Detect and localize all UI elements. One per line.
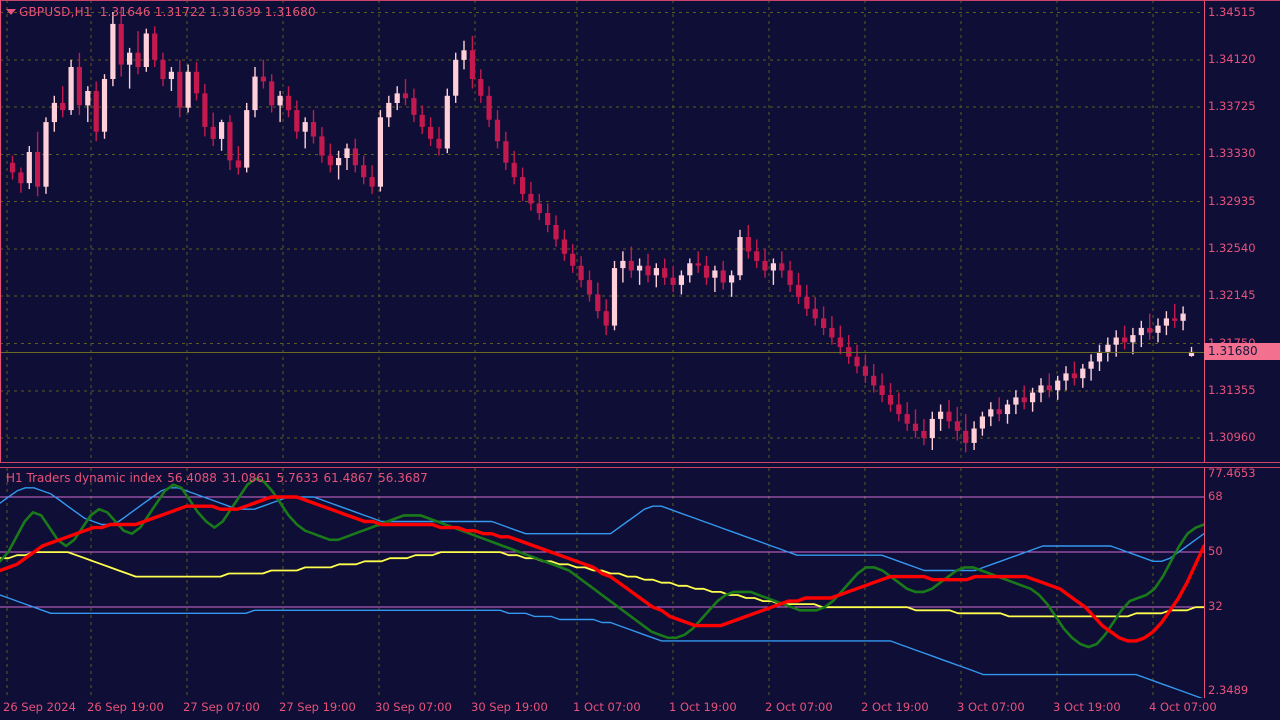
time-axis-tick: 26 Sep 19:00	[87, 700, 164, 714]
price-axis-tick: 1.30960	[1208, 430, 1256, 445]
time-axis-tick: 3 Oct 07:00	[957, 700, 1025, 714]
time-axis-tick: 4 Oct 07:00	[1149, 700, 1217, 714]
price-axis-tick: 1.31355	[1208, 382, 1256, 397]
price-axis-divider	[1204, 0, 1205, 462]
symbol-label: GBPUSD,H1	[19, 5, 92, 19]
triangle-down-icon[interactable]	[6, 8, 16, 15]
indicator-timeframe: H1	[6, 471, 23, 485]
price-axis[interactable]: 1.34515 1.34120 1.33725 1.33330 1.32935 1.325…	[1204, 0, 1280, 462]
price-axis-tick: 1.32145	[1208, 288, 1256, 303]
indicator-axis[interactable]: 77.4653 68 50 32 2.3489	[1204, 466, 1280, 698]
time-axis[interactable]: 26 Sep 2024 26 Sep 19:00 27 Sep 07:00 27 Se…	[0, 698, 1280, 720]
time-axis-tick: 1 Oct 19:00	[669, 700, 737, 714]
candlestick-chart	[0, 0, 1204, 462]
indicator-axis-tick: 50	[1208, 544, 1223, 559]
time-axis-tick: 27 Sep 19:00	[279, 700, 356, 714]
mt4-chart-window: 1.34515 1.34120 1.33725 1.33330 1.32935 1.325…	[0, 0, 1280, 720]
time-axis-tick: 30 Sep 19:00	[471, 700, 548, 714]
time-axis-tick: 1 Oct 07:00	[573, 700, 641, 714]
indicator-axis-tick: 68	[1208, 489, 1223, 503]
ohlc-values: 1.31646 1.31722 1.31639 1.31680	[99, 5, 316, 19]
panel-separator-upper	[0, 462, 1280, 463]
indicator-panel[interactable]: 77.4653 68 50 32 2.3489 H1 Traders dynamic i…	[0, 466, 1280, 698]
time-axis-tick: 30 Sep 07:00	[375, 700, 452, 714]
time-axis-tick: 27 Sep 07:00	[183, 700, 260, 714]
price-axis-tick: 1.34515	[1208, 4, 1256, 19]
current-price-badge: 1.31680	[1204, 343, 1280, 361]
indicator-plot-area[interactable]	[0, 468, 1204, 698]
current-price-line	[0, 351, 1204, 353]
indicator-value-2: 5.7633	[276, 471, 319, 485]
price-axis-tick: 1.34120	[1208, 51, 1256, 66]
price-chart-panel[interactable]: 1.34515 1.34120 1.33725 1.33330 1.32935 1.325…	[0, 0, 1280, 462]
indicator-value-0: 56.4088	[167, 471, 217, 485]
frame-top-border	[0, 0, 1280, 1]
chart-header: GBPUSD,H1 1.31646 1.31722 1.31639 1.31680	[6, 5, 316, 19]
indicator-value-4: 56.3687	[378, 471, 428, 485]
indicator-value-1: 31.0861	[221, 471, 272, 485]
price-axis-tick: 1.32935	[1208, 193, 1256, 208]
indicator-axis-divider	[1204, 468, 1205, 698]
indicator-header: H1 Traders dynamic index 56.4088 31.0861 5.…	[6, 471, 428, 485]
price-axis-tick: 1.32540	[1208, 241, 1256, 255]
price-plot-area[interactable]	[0, 0, 1204, 462]
time-axis-tick: 26 Sep 2024	[3, 700, 76, 714]
indicator-axis-tick: 32	[1208, 599, 1223, 614]
tdi-indicator-chart	[0, 468, 1204, 698]
indicator-value-3: 61.4867	[323, 471, 374, 485]
time-axis-tick: 2 Oct 07:00	[765, 700, 833, 714]
time-axis-tick: 3 Oct 19:00	[1053, 700, 1121, 714]
price-panel-left-border	[0, 0, 1, 462]
price-axis-tick: 1.33330	[1208, 146, 1256, 161]
time-axis-tick: 2 Oct 19:00	[861, 700, 929, 714]
indicator-axis-tick: 77.4653	[1208, 466, 1256, 480]
price-axis-tick: 1.33725	[1208, 99, 1256, 114]
indicator-name: Traders dynamic index	[26, 471, 163, 485]
indicator-axis-tick: 2.3489	[1208, 683, 1249, 697]
